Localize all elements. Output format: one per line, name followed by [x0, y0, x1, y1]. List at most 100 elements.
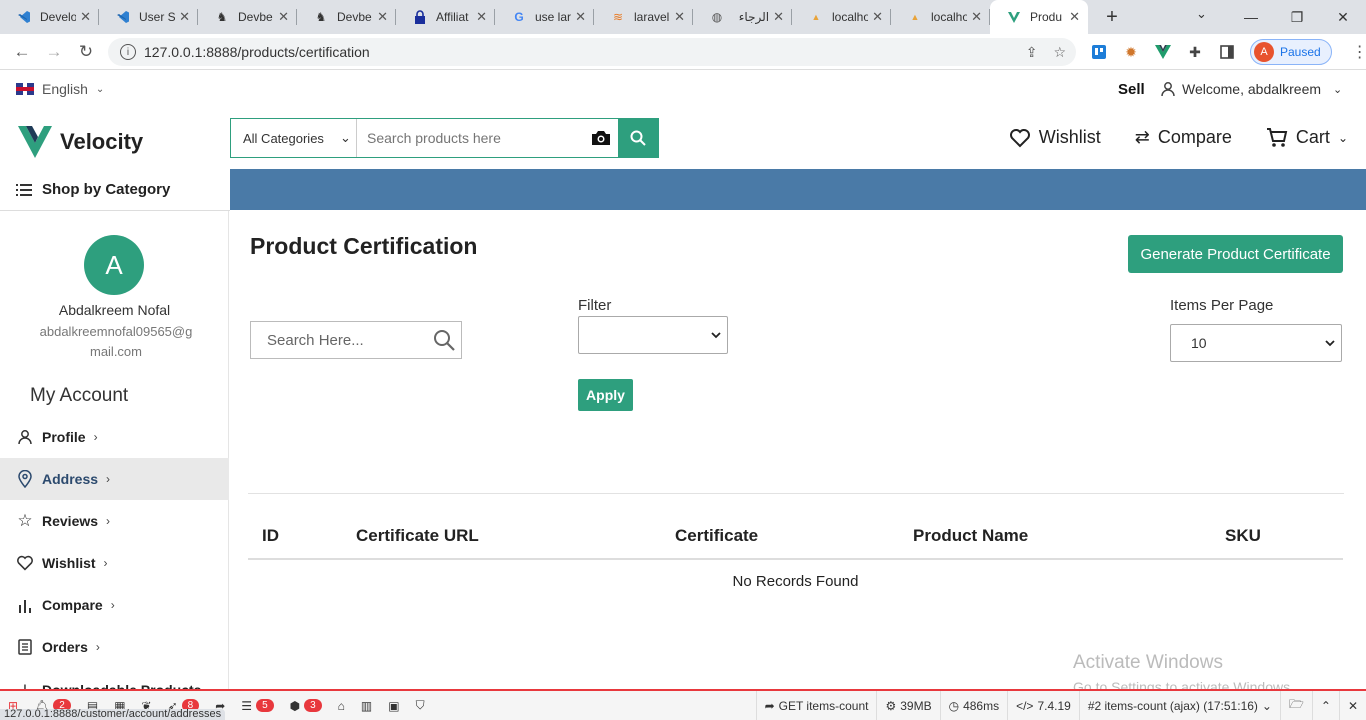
cart-link[interactable]: Cart ⌄ [1266, 127, 1348, 148]
close-icon[interactable]: ✕ [674, 9, 685, 25]
url-field[interactable]: i 127.0.0.1:8888/products/certification … [108, 38, 1076, 66]
column-header-certificate-url[interactable]: Certificate URL [356, 526, 479, 546]
uk-flag-icon [16, 83, 34, 95]
search-button[interactable] [618, 119, 658, 157]
shop-by-category-button[interactable]: Shop by Category [0, 169, 230, 211]
close-icon[interactable]: ✕ [377, 9, 388, 25]
search-input[interactable]: Search Here... [250, 321, 462, 359]
main-content: Product Certification Generate Product C… [230, 211, 1366, 689]
close-icon[interactable]: ✕ [1338, 691, 1366, 720]
close-icon[interactable]: ✕ [773, 9, 784, 25]
browser-tab[interactable]: Develo ✕ [0, 0, 99, 34]
sidebar-item-wishlist[interactable]: Wishlist › [0, 542, 229, 584]
browser-tab[interactable]: ▲ localho ✕ [792, 0, 891, 34]
more-menu-icon[interactable]: ⋮ [1352, 42, 1366, 62]
cubes-icon: ⬢ [289, 698, 301, 713]
bookmark-star-icon[interactable]: ☆ [1053, 44, 1066, 61]
vue-icon[interactable] [1154, 43, 1172, 61]
language-switcher[interactable]: English ⌄ [16, 81, 104, 97]
sidebar-item-address[interactable]: Address › [0, 458, 229, 500]
generate-certificate-button[interactable]: Generate Product Certificate [1128, 235, 1343, 273]
back-icon[interactable]: ← [6, 42, 38, 62]
items-per-page-select[interactable]: 10 [1170, 324, 1342, 362]
camera-icon[interactable] [584, 119, 618, 157]
chevron-down-icon: ⌄ [339, 130, 351, 145]
debugbar-tags[interactable]: ⛉ [408, 691, 433, 720]
debugbar-gate[interactable]: ▥ [353, 691, 380, 720]
browser-tab[interactable]: User S ✕ [99, 0, 198, 34]
share-arrow-icon: ➦ [764, 698, 775, 713]
category-nav-strip [230, 169, 1366, 210]
account-menu[interactable]: Welcome, abdalkreem ⌄ [1160, 81, 1342, 97]
chevron-right-icon: › [106, 472, 111, 486]
debugbar-ajax-select[interactable]: #2 items-count (ajax) (17:51:16) ⌄ [1078, 691, 1280, 720]
browser-tab[interactable]: ≋ laravel ✕ [594, 0, 693, 34]
browser-tab[interactable]: ♞ Devbe ✕ [297, 0, 396, 34]
trello-icon[interactable] [1090, 43, 1108, 61]
search-input[interactable] [357, 119, 584, 157]
wishlist-link[interactable]: Wishlist [1009, 127, 1101, 148]
chevron-down-icon: ⌄ [1261, 698, 1272, 713]
new-tab-icon[interactable]: + [1100, 6, 1124, 29]
site-info-icon[interactable]: i [120, 44, 136, 60]
close-icon[interactable]: ✕ [179, 9, 190, 25]
sidepanel-icon[interactable] [1218, 43, 1236, 61]
horse-icon: ♞ [315, 10, 327, 24]
filter-label: Filter [578, 297, 612, 314]
share-icon[interactable]: ⇪ [1026, 44, 1038, 61]
pma-icon: ▲ [811, 12, 821, 22]
compare-link[interactable]: ⇄ Compare [1135, 127, 1232, 148]
close-icon[interactable]: ✕ [872, 9, 883, 25]
sidebar-item-orders[interactable]: Orders › [0, 626, 229, 668]
category-select[interactable]: All Categories ⌄ [231, 119, 357, 157]
close-icon[interactable]: ✕ [1069, 9, 1080, 25]
close-icon[interactable]: ✕ [278, 9, 289, 25]
browser-tab-active[interactable]: Produ ✕ [990, 0, 1088, 34]
database-icon: ☰ [241, 698, 253, 713]
page-title: Product Certification [250, 233, 478, 259]
profile-button[interactable]: A Paused [1250, 39, 1332, 65]
browser-tab[interactable]: ▲ localho ✕ [891, 0, 990, 34]
filter-select[interactable] [578, 316, 728, 354]
browser-tab[interactable]: Affiliat ✕ [396, 0, 495, 34]
apply-button[interactable]: Apply [578, 379, 633, 411]
close-icon[interactable]: ✕ [80, 9, 91, 25]
forward-icon[interactable]: → [38, 42, 70, 62]
sidebar-item-profile[interactable]: Profile › [0, 416, 229, 458]
sidebar-item-compare[interactable]: Compare › [0, 584, 229, 626]
extensions-area: ✹ ✚ A Paused ⋮ [1090, 34, 1366, 70]
browser-tab[interactable]: ♞ Devbe ✕ [198, 0, 297, 34]
browser-tab[interactable]: Guse lar ✕ [495, 0, 594, 34]
column-header-product-name[interactable]: Product Name [913, 526, 1028, 546]
sell-link[interactable]: Sell [1118, 81, 1145, 98]
debugbar-request[interactable]: ➦ GET items-count [755, 691, 877, 720]
maximize-icon[interactable]: ❐ [1274, 9, 1320, 26]
category-bar: Shop by Category [0, 169, 1366, 211]
debugbar-queries[interactable]: ☰ 5 [233, 691, 281, 720]
cookie-icon[interactable]: ✹ [1122, 43, 1140, 61]
code-icon: </> [1016, 698, 1034, 713]
chevron-down-icon[interactable]: ⌄ [1196, 6, 1207, 22]
debugbar-session[interactable]: ▣ [380, 691, 407, 720]
cart-icon [1266, 127, 1288, 148]
close-window-icon[interactable]: ✕ [1320, 9, 1366, 26]
minimize-icon[interactable]: — [1228, 9, 1274, 25]
folder-open-icon[interactable]: 🗁︎ [1279, 691, 1312, 720]
browser-tab[interactable]: ◍ الرجاء ✕ [693, 0, 792, 34]
column-header-sku[interactable]: SKU [1225, 526, 1261, 546]
debugbar-mail[interactable]: ⌂ [330, 691, 353, 720]
puzzle-icon[interactable]: ✚ [1186, 43, 1204, 61]
reload-icon[interactable]: ↻ [70, 42, 102, 62]
debugbar-models[interactable]: ⬢ 3 [282, 691, 330, 720]
chevron-up-icon[interactable]: ⌃ [1311, 691, 1339, 720]
logo[interactable]: Velocity [18, 126, 143, 158]
site-header: Velocity All Categories ⌄ Wishlist ⇄ Com… [0, 107, 1366, 169]
column-header-certificate[interactable]: Certificate [675, 526, 758, 546]
horse-icon: ♞ [216, 10, 228, 24]
sidebar-item-reviews[interactable]: ☆ Reviews › [0, 500, 229, 542]
close-icon[interactable]: ✕ [575, 9, 586, 25]
search-icon[interactable] [433, 329, 455, 351]
column-header-id[interactable]: ID [262, 526, 279, 546]
close-icon[interactable]: ✕ [971, 9, 982, 25]
close-icon[interactable]: ✕ [476, 9, 487, 25]
